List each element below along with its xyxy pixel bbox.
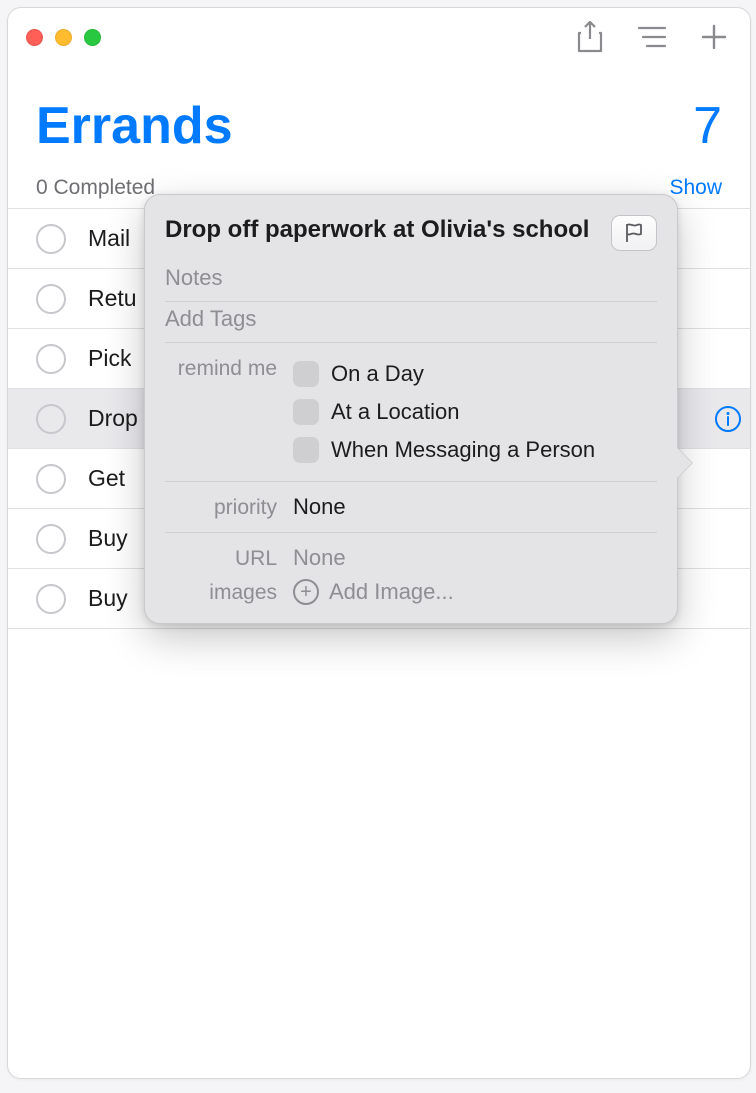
priority-label: priority bbox=[165, 494, 293, 520]
popover-header: Drop off paperwork at Olivia's school bbox=[145, 195, 677, 261]
maximize-window-button[interactable] bbox=[84, 29, 101, 46]
plus-circle-icon: + bbox=[293, 579, 319, 605]
add-image-button[interactable]: + Add Image... bbox=[293, 579, 657, 605]
traffic-lights bbox=[26, 29, 101, 46]
complete-toggle[interactable] bbox=[36, 344, 66, 374]
info-icon bbox=[714, 405, 742, 433]
show-completed-button[interactable]: Show bbox=[669, 176, 722, 200]
close-window-button[interactable] bbox=[26, 29, 43, 46]
complete-toggle[interactable] bbox=[36, 224, 66, 254]
tags-field[interactable]: Add Tags bbox=[145, 302, 677, 342]
url-row[interactable]: URL None bbox=[145, 533, 677, 575]
plus-icon bbox=[701, 24, 727, 50]
option-label: On a Day bbox=[331, 361, 424, 387]
list-count: 7 bbox=[693, 96, 722, 156]
complete-toggle[interactable] bbox=[36, 524, 66, 554]
url-value: None bbox=[293, 545, 657, 571]
completed-count: 0 Completed bbox=[36, 176, 155, 200]
reminder-title: Get bbox=[88, 465, 125, 492]
flag-button[interactable] bbox=[611, 215, 657, 251]
option-label: When Messaging a Person bbox=[331, 437, 595, 463]
flag-icon bbox=[623, 222, 645, 244]
info-button[interactable] bbox=[714, 405, 742, 433]
remind-on-day[interactable]: On a Day bbox=[293, 355, 657, 393]
complete-toggle[interactable] bbox=[36, 464, 66, 494]
reminder-title: Pick bbox=[88, 345, 131, 372]
complete-toggle[interactable] bbox=[36, 404, 66, 434]
checkbox-icon bbox=[293, 361, 319, 387]
checkbox-icon bbox=[293, 437, 319, 463]
reminder-title: Buy bbox=[88, 585, 128, 612]
complete-toggle[interactable] bbox=[36, 584, 66, 614]
reminder-title: Mail bbox=[88, 225, 130, 252]
checkbox-icon bbox=[293, 399, 319, 425]
images-content: + Add Image... bbox=[293, 579, 657, 605]
details-popover: Drop off paperwork at Olivia's school No… bbox=[144, 194, 678, 624]
priority-row[interactable]: priority None bbox=[145, 482, 677, 532]
remind-row: remind me On a Day At a Location When Me… bbox=[145, 343, 677, 481]
toolbar bbox=[572, 8, 732, 66]
remind-when-messaging[interactable]: When Messaging a Person bbox=[293, 431, 657, 469]
complete-toggle[interactable] bbox=[36, 284, 66, 314]
images-label: images bbox=[165, 579, 293, 605]
minimize-window-button[interactable] bbox=[55, 29, 72, 46]
option-label: At a Location bbox=[331, 399, 459, 425]
reminder-title: Drop bbox=[88, 405, 138, 432]
list-icon bbox=[637, 25, 667, 49]
images-row: images + Add Image... bbox=[145, 575, 677, 617]
share-button[interactable] bbox=[572, 19, 608, 55]
app-window: Errands 7 0 Completed Show Mail Retu Pic… bbox=[7, 7, 751, 1079]
list-title: Errands bbox=[36, 96, 233, 156]
notes-field[interactable]: Notes bbox=[145, 261, 677, 301]
reminder-title: Retu bbox=[88, 285, 137, 312]
url-label: URL bbox=[165, 545, 293, 571]
share-icon bbox=[577, 21, 603, 53]
remind-at-location[interactable]: At a Location bbox=[293, 393, 657, 431]
titlebar bbox=[8, 8, 750, 66]
list-header: Errands 7 bbox=[8, 66, 750, 166]
priority-value: None bbox=[293, 494, 657, 520]
remind-options: On a Day At a Location When Messaging a … bbox=[293, 355, 657, 469]
add-image-label: Add Image... bbox=[329, 579, 454, 605]
view-button[interactable] bbox=[634, 19, 670, 55]
add-button[interactable] bbox=[696, 19, 732, 55]
reminder-title: Buy bbox=[88, 525, 128, 552]
popover-title[interactable]: Drop off paperwork at Olivia's school bbox=[165, 215, 597, 245]
remind-label: remind me bbox=[165, 355, 293, 381]
